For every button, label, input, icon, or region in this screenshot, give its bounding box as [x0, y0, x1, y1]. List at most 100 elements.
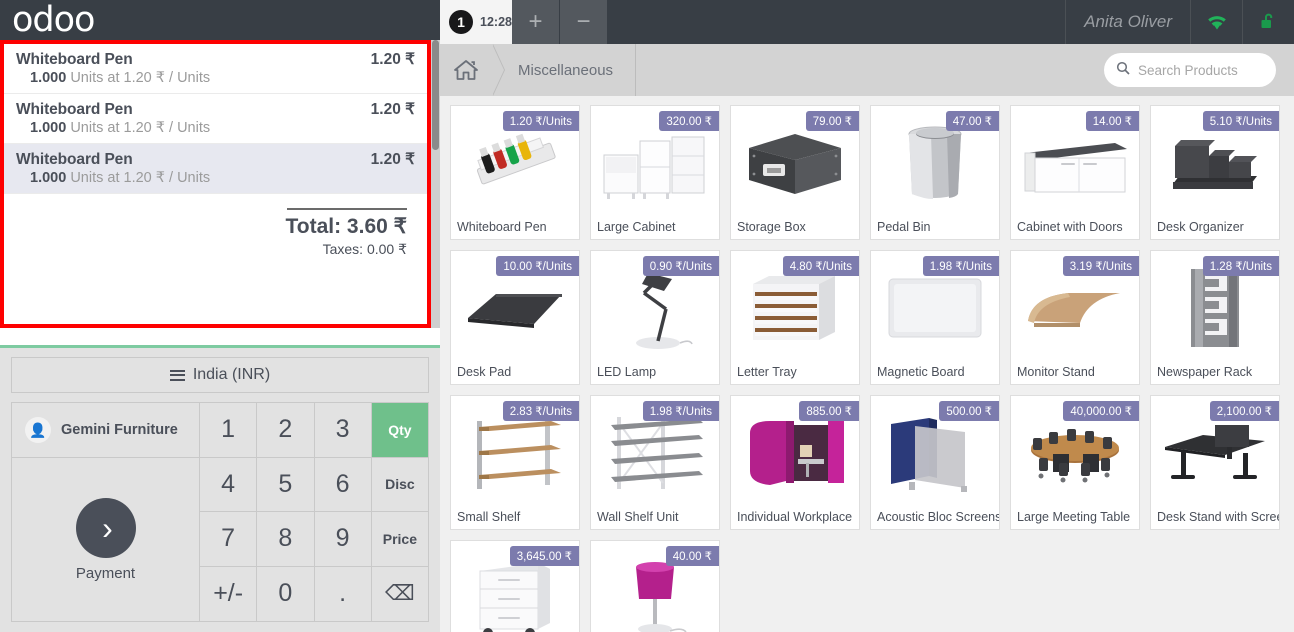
breadcrumb-category[interactable]: Miscellaneous	[504, 44, 637, 96]
add-order-button[interactable]: +	[512, 0, 560, 44]
numpad-key-[interactable]: .	[313, 566, 371, 621]
product-name: Desk Organizer	[1157, 220, 1244, 234]
actions-column: 👤 Gemini Furniture › Payment	[12, 403, 199, 621]
customer-label: Gemini Furniture	[61, 422, 178, 438]
product-price: 1.20 ₹/Units	[502, 111, 579, 131]
numpad-key-8[interactable]: 8	[256, 512, 314, 567]
payment-button[interactable]: › Payment	[12, 458, 199, 621]
numpad-region: 👤 Gemini Furniture › Payment 1 2 3 Qty 4 5 6 Di…	[11, 402, 429, 622]
product-card[interactable]: 5.10 ₹/Units Desk Organizer	[1150, 105, 1280, 240]
order-line-price: 1.20 ₹	[370, 101, 415, 118]
product-card[interactable]: 3,645.00 ₹Drawer	[450, 540, 580, 632]
product-price: 40,000.00 ₹	[1063, 401, 1139, 421]
product-card[interactable]: 500.00 ₹ Acoustic Bloc Screens	[870, 395, 1000, 530]
product-card[interactable]: 3.19 ₹/Units Monitor Stand	[1010, 250, 1140, 385]
product-name: Small Shelf	[457, 510, 521, 524]
product-card[interactable]: 2.83 ₹/Units Small Shelf	[450, 395, 580, 530]
product-name: Cabinet with Doors	[1017, 220, 1123, 234]
order-line-detail: 1.000 Units at 1.20 ₹ / Units	[16, 70, 415, 86]
product-card[interactable]: 1.98 ₹/Units Wall Shelf Unit	[590, 395, 720, 530]
pricelist-label: India (INR)	[192, 366, 271, 383]
order-line-qty: 1.000	[30, 70, 67, 86]
product-card[interactable]: 40,000.00 ₹ Large Meeting Table	[1010, 395, 1140, 530]
product-card[interactable]: 14.00 ₹ Cabinet with Doors	[1010, 105, 1140, 240]
product-card[interactable]: 10.00 ₹/Units Desk Pad	[450, 250, 580, 385]
product-price: 2,100.00 ₹	[1209, 401, 1279, 421]
product-name: Storage Box	[737, 220, 806, 234]
product-price: 10.00 ₹/Units	[496, 256, 579, 276]
product-card[interactable]: 47.00 ₹ Pedal Bin	[870, 105, 1000, 240]
product-price: 0.90 ₹/Units	[642, 256, 719, 276]
numpad-key-qty[interactable]: Qty	[370, 403, 428, 458]
order-line-detail: 1.000 Units at 1.20 ₹ / Units	[16, 120, 415, 136]
product-price: 320.00 ₹	[659, 111, 719, 131]
numpad-key-6[interactable]: 6	[313, 457, 371, 512]
order-line-price: 1.20 ₹	[370, 51, 415, 68]
numpad-key-0[interactable]: 0	[256, 566, 314, 621]
numpad-key-price[interactable]: Price	[370, 512, 428, 567]
product-price: 4.80 ₹/Units	[782, 256, 859, 276]
numpad-key-7[interactable]: 7	[199, 512, 257, 567]
numpad-key-[interactable]: ⌫	[370, 566, 428, 621]
product-card[interactable]: 0.90 ₹/Units LED Lamp	[590, 250, 720, 385]
product-name: Desk Stand with Screen	[1157, 510, 1279, 524]
product-price: 885.00 ₹	[799, 401, 859, 421]
product-name: Desk Pad	[457, 365, 512, 379]
product-price: 1.98 ₹/Units	[642, 401, 719, 421]
order-scrollbar-thumb[interactable]	[432, 40, 439, 150]
numpad-key-1[interactable]: 1	[199, 403, 257, 458]
product-name: Large Meeting Table	[1017, 510, 1131, 524]
product-price: 2.83 ₹/Units	[502, 401, 579, 421]
brand-bar: odoo	[0, 0, 440, 40]
order-tab-time: 12:28	[480, 15, 512, 29]
product-price: 500.00 ₹	[939, 401, 999, 421]
product-card[interactable]: 40.00 ₹Office Lamp	[590, 540, 720, 632]
remove-order-button[interactable]: −	[560, 0, 608, 44]
customer-button[interactable]: 👤 Gemini Furniture	[12, 403, 199, 458]
order-line-qty: 1.000	[30, 120, 67, 136]
numpad-key-9[interactable]: 9	[313, 512, 371, 567]
cashier-name[interactable]: Anita Oliver	[1065, 0, 1190, 44]
order-taxes: Taxes: 0.00 ₹	[322, 241, 407, 257]
search-box[interactable]: ✖	[1104, 53, 1294, 87]
order-line[interactable]: Whiteboard Pen 1.20 ₹ 1.000 Units at 1.20 …	[4, 144, 427, 194]
search-input[interactable]	[1138, 62, 1294, 78]
order-line[interactable]: Whiteboard Pen 1.20 ₹ 1.000 Units at 1.20 …	[4, 94, 427, 144]
product-price: 3.19 ₹/Units	[1062, 256, 1139, 276]
numpad-key-[interactable]: +/-	[199, 566, 257, 621]
product-card[interactable]: 1.20 ₹/Units Whiteboard Pen	[450, 105, 580, 240]
wifi-icon[interactable]	[1190, 0, 1242, 44]
product-name: LED Lamp	[597, 365, 657, 379]
numpad-key-disc[interactable]: Disc	[370, 457, 428, 512]
order-line-price: 1.20 ₹	[370, 151, 415, 168]
unlock-icon[interactable]	[1242, 0, 1294, 44]
product-card[interactable]: 2,100.00 ₹ Desk Stand with Screen	[1150, 395, 1280, 530]
order-line[interactable]: Whiteboard Pen 1.20 ₹ 1.000 Units at 1.20 …	[4, 44, 427, 94]
numpad-key-3[interactable]: 3	[313, 403, 371, 458]
product-card[interactable]: 885.00 ₹ Individual Workplace	[730, 395, 860, 530]
list-icon	[169, 369, 185, 381]
product-card[interactable]: 320.00 ₹ Large Cabinet	[590, 105, 720, 240]
product-card[interactable]: 1.98 ₹/Units Magnetic Board	[870, 250, 1000, 385]
numpad-key-5[interactable]: 5	[256, 457, 314, 512]
product-card[interactable]: 4.80 ₹/Units Letter Tray	[730, 250, 860, 385]
order-scrollbar[interactable]	[431, 40, 440, 328]
breadcrumb-spacer	[636, 44, 1104, 96]
product-card[interactable]: 1.28 ₹/Units Newspaper Rack	[1150, 250, 1280, 385]
product-name: Magnetic Board	[877, 365, 965, 379]
product-price: 47.00 ₹	[945, 111, 999, 131]
order-line-product: Whiteboard Pen	[16, 151, 133, 168]
top-bar: 1 12:28 + − Anita Oliver	[440, 0, 1294, 44]
numpad-key-2[interactable]: 2	[256, 403, 314, 458]
home-icon[interactable]	[440, 44, 492, 96]
product-name: Letter Tray	[737, 365, 797, 379]
product-card[interactable]: 79.00 ₹ Storage Box	[730, 105, 860, 240]
product-panel: 1 12:28 + − Anita Oliver Miscellaneous S…	[440, 0, 1294, 632]
order-tab-1[interactable]: 1 12:28	[440, 0, 512, 44]
pricelist-button[interactable]: India (INR)	[11, 357, 429, 393]
product-name: Large Cabinet	[597, 220, 676, 234]
product-price: 5.10 ₹/Units	[1202, 111, 1279, 131]
numpad-key-4[interactable]: 4	[199, 457, 257, 512]
search-icon	[1116, 61, 1130, 80]
order-lines-list[interactable]: Whiteboard Pen 1.20 ₹ 1.000 Units at 1.20 …	[4, 44, 427, 324]
